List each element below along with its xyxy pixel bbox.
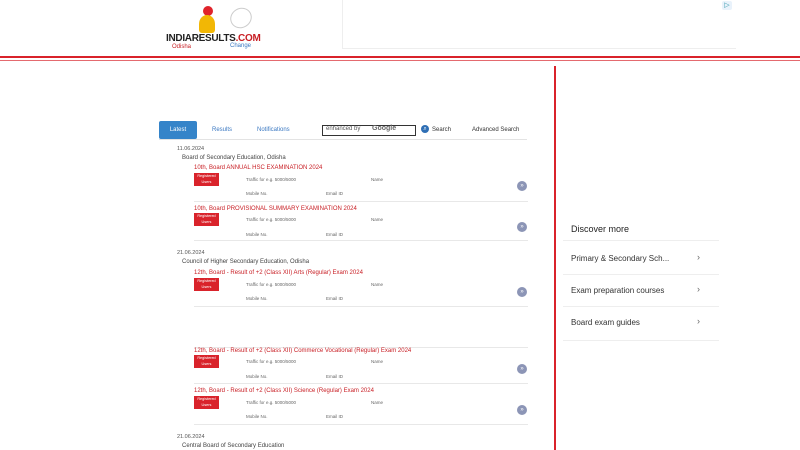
row-divider bbox=[194, 201, 528, 202]
result-meta: Name bbox=[371, 359, 384, 364]
group-date: 21.06.2024 bbox=[177, 250, 205, 256]
result-meta: Name bbox=[371, 217, 384, 222]
group-board: Board of Secondary Education, Odisha bbox=[182, 155, 286, 161]
discover-link-exam-preparation[interactable]: Exam preparation courses bbox=[571, 286, 664, 295]
result-meta: Mobile No. bbox=[246, 414, 268, 419]
result-meta: Name bbox=[371, 177, 384, 182]
result-meta: Mobile No. bbox=[246, 374, 268, 379]
result-meta: Traffic for e.g. 5000/5000 bbox=[246, 400, 297, 405]
row-divider bbox=[194, 424, 528, 425]
result-title-link[interactable]: 12th, Board - Result of +2 (Class XII) S… bbox=[194, 388, 374, 394]
result-title-link[interactable]: 12th, Board - Result of +2 (Class XII) C… bbox=[194, 348, 411, 354]
content-sidebar-divider bbox=[554, 66, 556, 450]
group-date: 11.06.2024 bbox=[177, 146, 205, 152]
go-arrow-icon[interactable]: » bbox=[517, 287, 527, 297]
logo-figure-icon bbox=[199, 15, 215, 33]
result-meta: Email ID bbox=[326, 191, 344, 196]
result-meta: Name bbox=[371, 282, 384, 287]
result-meta: Traffic for e.g. 5000/5000 bbox=[246, 217, 297, 222]
result-meta: Email ID bbox=[326, 374, 344, 379]
ad-banner bbox=[342, 0, 736, 49]
result-meta: Traffic for e.g. 5000/5000 bbox=[246, 177, 297, 182]
header-divider-bottom bbox=[0, 60, 800, 61]
change-state-link[interactable]: Change bbox=[230, 43, 251, 49]
sidebar-divider bbox=[563, 306, 719, 307]
group-board: Central Board of Secondary Education bbox=[182, 443, 285, 449]
google-logo: Google bbox=[372, 125, 397, 132]
group-date: 21.06.2024 bbox=[177, 434, 205, 440]
result-meta: Mobile No. bbox=[246, 232, 268, 237]
result-title-link[interactable]: 10th, Board ANNUAL HSC EXAMINATION 2024 bbox=[194, 165, 322, 171]
logo-cloud-icon bbox=[226, 3, 256, 33]
sidebar-divider bbox=[563, 340, 719, 341]
registered-users-badge[interactable]: Registered Users bbox=[194, 396, 219, 409]
discover-link-board-exam-guides[interactable]: Board exam guides bbox=[571, 318, 640, 327]
result-title-link[interactable]: 12th, Board - Result of +2 (Class XII) A… bbox=[194, 270, 363, 276]
state-label: Odisha bbox=[172, 44, 192, 50]
header-divider-top bbox=[0, 56, 800, 58]
row-divider bbox=[194, 306, 528, 307]
result-meta: Name bbox=[371, 400, 384, 405]
search-icon[interactable]: ⌕ bbox=[421, 125, 429, 133]
tab-notifications[interactable]: Notifications bbox=[257, 127, 290, 133]
chevron-right-icon[interactable]: › bbox=[697, 316, 700, 326]
sidebar-divider bbox=[563, 240, 719, 241]
row-divider bbox=[194, 240, 528, 241]
result-meta: Email ID bbox=[326, 232, 344, 237]
go-arrow-icon[interactable]: » bbox=[517, 405, 527, 415]
result-meta: Email ID bbox=[326, 296, 344, 301]
chevron-right-icon[interactable]: › bbox=[697, 284, 700, 294]
search-enhanced-label: enhanced by bbox=[326, 126, 361, 132]
tab-latest[interactable]: Latest bbox=[159, 121, 197, 139]
result-title-link[interactable]: 10th, Board PROVISIONAL SUMMARY EXAMINAT… bbox=[194, 206, 357, 212]
advanced-search-link[interactable]: Advanced Search bbox=[472, 127, 519, 133]
tab-results[interactable]: Results bbox=[212, 127, 232, 133]
chevron-right-icon[interactable]: › bbox=[697, 252, 700, 262]
registered-users-badge[interactable]: Registered Users bbox=[194, 213, 219, 226]
result-meta: Mobile No. bbox=[246, 296, 268, 301]
discover-link-primary-secondary[interactable]: Primary & Secondary Sch... bbox=[571, 254, 669, 263]
group-board: Council of Higher Secondary Education, O… bbox=[182, 259, 310, 265]
registered-users-badge[interactable]: Registered Users bbox=[194, 173, 219, 186]
ad-choices-icon[interactable]: ▷ bbox=[722, 1, 732, 10]
registered-users-badge[interactable]: Registered Users bbox=[194, 355, 219, 368]
result-meta: Traffic for e.g. 5000/5000 bbox=[246, 282, 297, 287]
go-arrow-icon[interactable]: » bbox=[517, 222, 527, 232]
go-arrow-icon[interactable]: » bbox=[517, 364, 527, 374]
result-meta: Traffic for e.g. 5000/5000 bbox=[246, 359, 297, 364]
registered-users-badge[interactable]: Registered Users bbox=[194, 278, 219, 291]
result-meta: Mobile No. bbox=[246, 191, 268, 196]
row-divider bbox=[194, 383, 528, 384]
discover-more-title: Discover more bbox=[571, 224, 630, 234]
logo-text: INDIARESULTS bbox=[166, 33, 236, 44]
search-button[interactable]: Search bbox=[432, 127, 451, 133]
go-arrow-icon[interactable]: » bbox=[517, 181, 527, 191]
result-meta: Email ID bbox=[326, 414, 344, 419]
sidebar-divider bbox=[563, 274, 719, 275]
tabs-divider bbox=[159, 139, 527, 140]
